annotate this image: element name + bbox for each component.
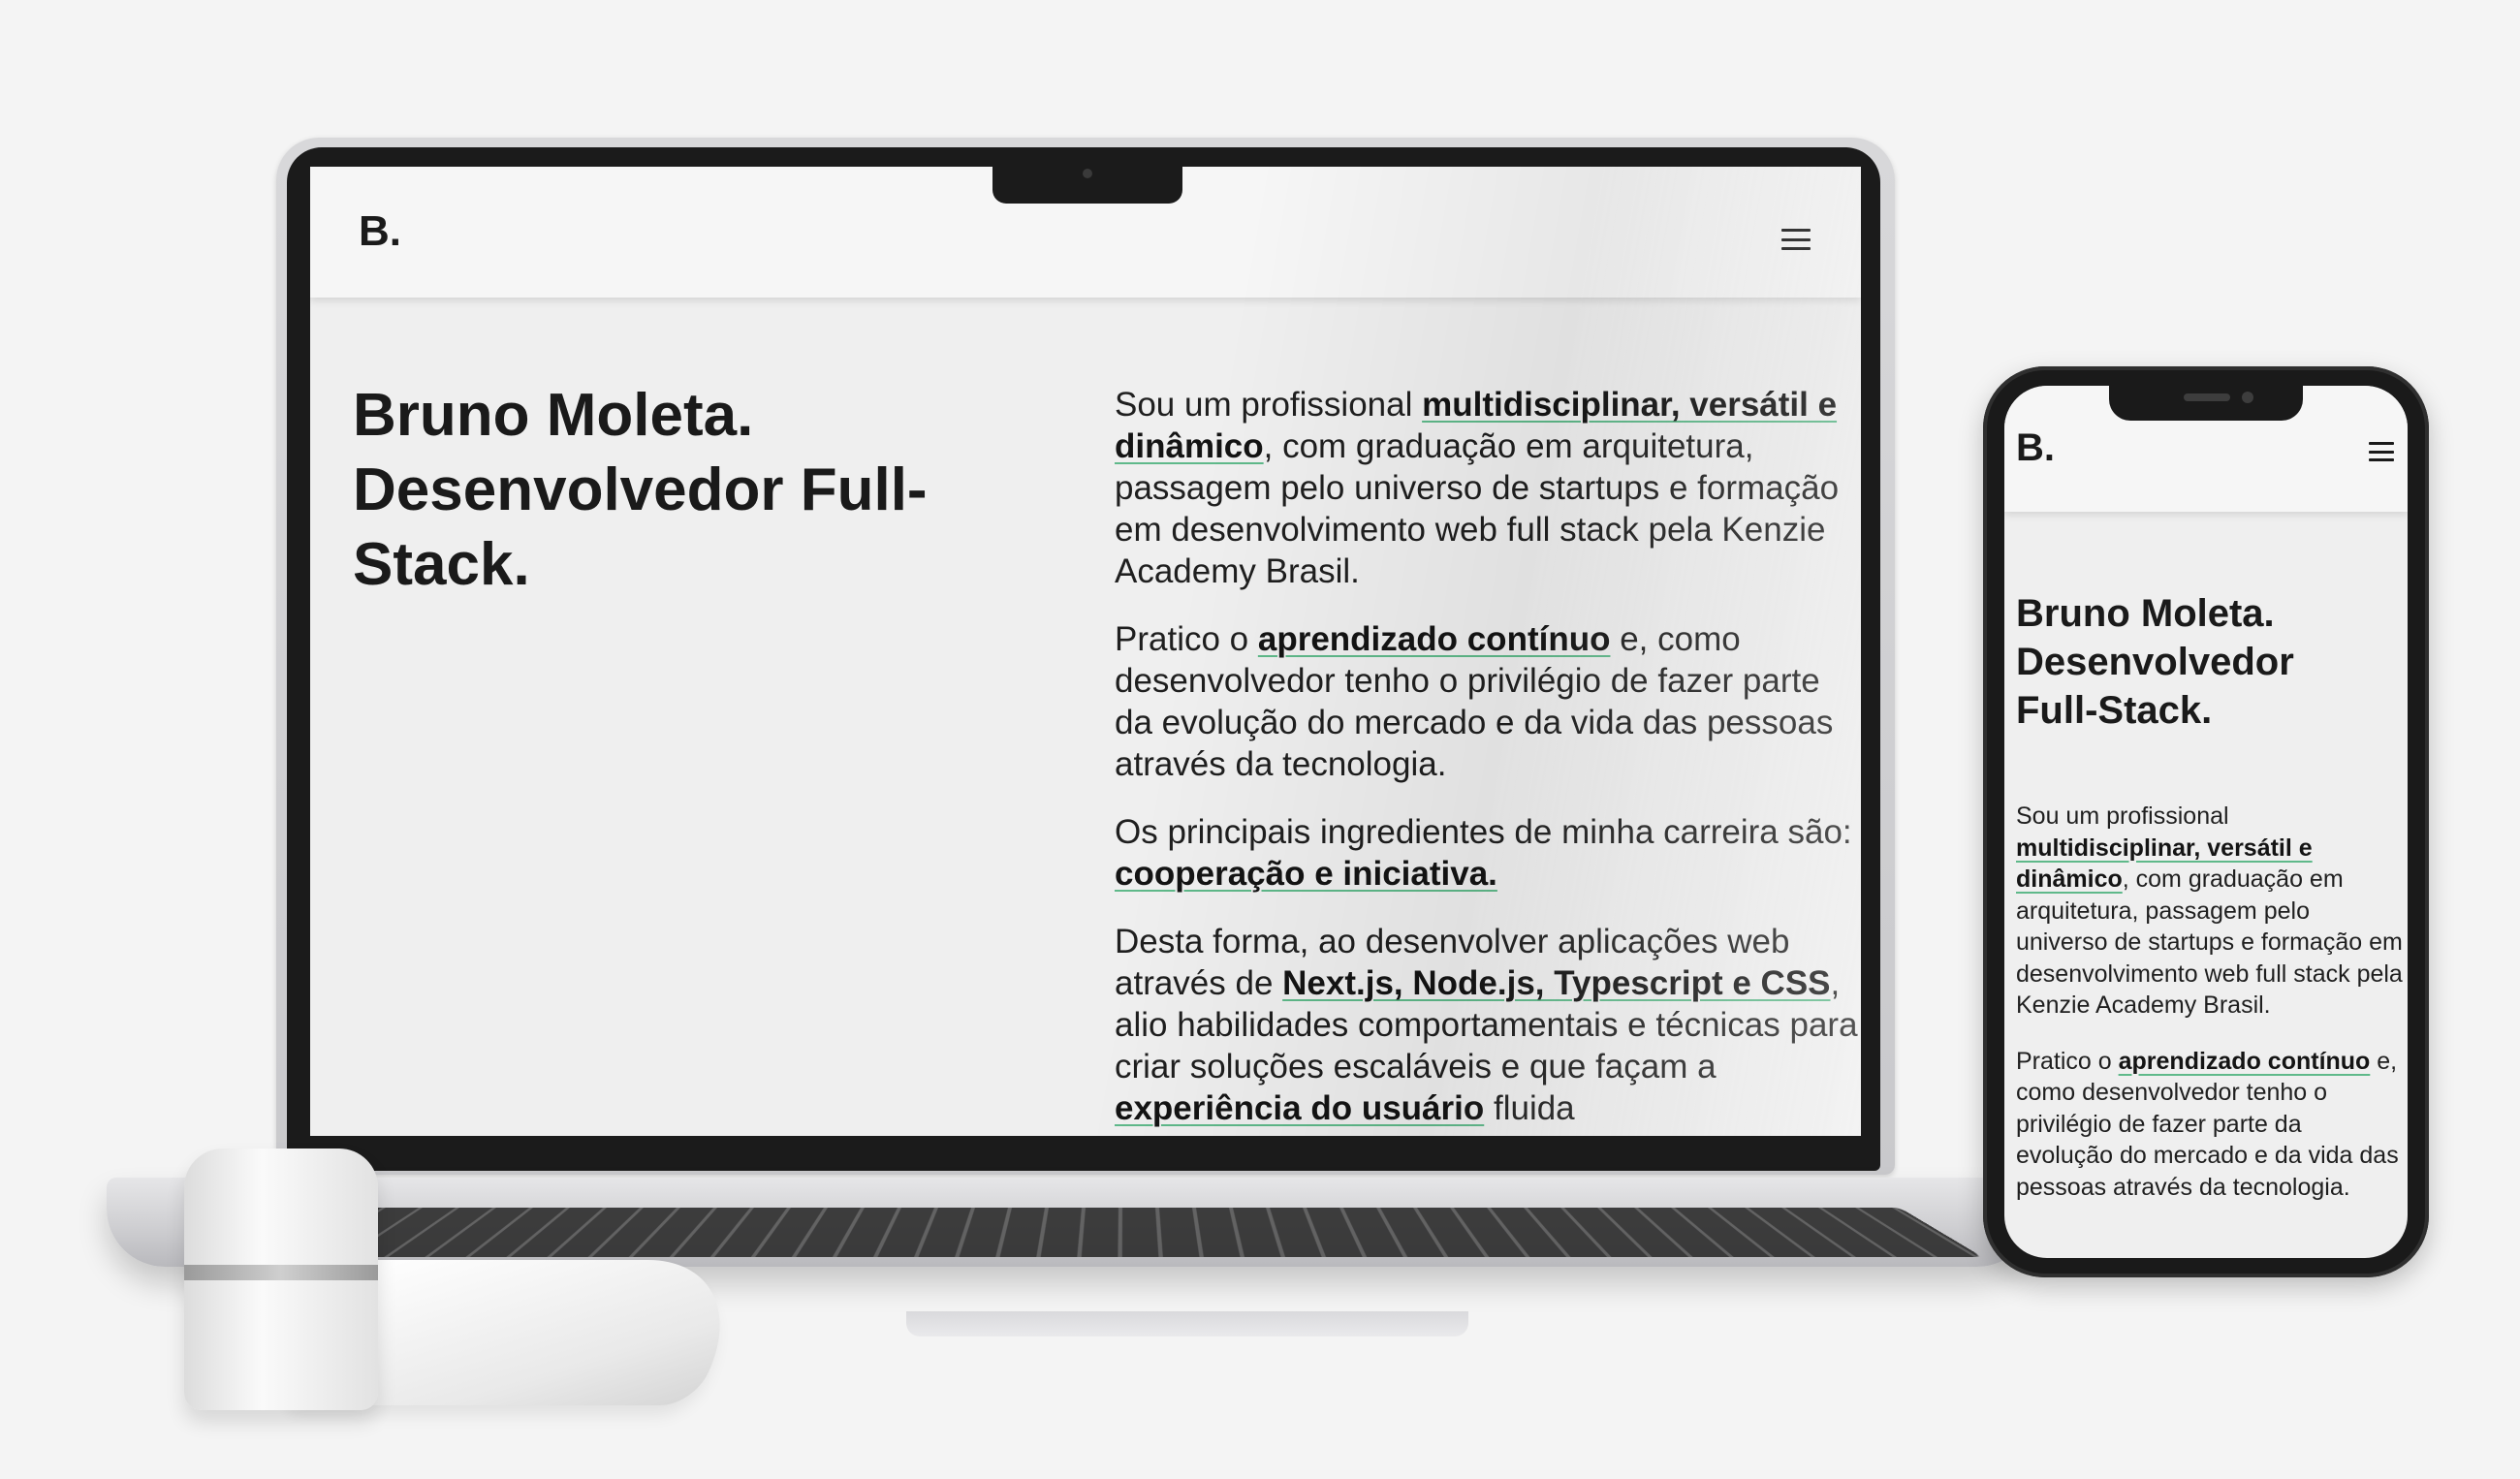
bio-text: Pratico o — [1115, 620, 1258, 658]
laptop-screen: B. Bruno Moleta. Desenvolvedor Full- Sta… — [310, 167, 1861, 1136]
bio-text: fluida — [1484, 1089, 1575, 1127]
bio-paragraph: Os principais ingredientes de minha carr… — [1115, 811, 1861, 895]
bio-text: Sou um profissional — [2016, 802, 2229, 830]
menu-line — [2369, 442, 2394, 445]
speaker-icon — [2184, 393, 2230, 401]
bio-highlight: experiência do usuário — [1115, 1089, 1485, 1127]
bio-highlight: cooperação e iniciativa. — [1115, 855, 1497, 893]
bio-paragraph: Pratico o aprendizado contínuo e, como d… — [2016, 1046, 2404, 1204]
hero-title: Bruno Moleta. Desenvolvedor Full- Stack. — [353, 378, 1031, 602]
hamburger-menu-icon[interactable] — [2369, 442, 2394, 461]
menu-line — [2369, 458, 2394, 461]
menu-line — [1781, 229, 1811, 232]
bio-text: Sou um profissional — [1115, 386, 1423, 424]
bio-paragraph: Sou um profissional multidisciplinar, ve… — [1115, 384, 1861, 592]
bio-text: Os principais ingredientes de minha carr… — [1115, 813, 1852, 851]
bio-highlight: aprendizado contínuo — [1257, 620, 1611, 658]
bio-paragraph: Desta forma, ao desenvolver aplicações w… — [1115, 921, 1861, 1129]
laptop-notch — [992, 161, 1182, 204]
bio-highlight: aprendizado contínuo — [2118, 1047, 2371, 1075]
phone-notch — [2109, 384, 2303, 421]
camera-icon — [1083, 169, 1092, 178]
bio-paragraph: Sou um profissional multidisciplinar, ve… — [2016, 801, 2404, 1022]
bio-section-mobile: Sou um profissional multidisciplinar, ve… — [2016, 801, 2404, 1227]
site-logo[interactable]: B. — [2016, 426, 2055, 470]
hero-title-line: Bruno Moleta. — [353, 382, 754, 449]
hero-title-line: Desenvolvedor — [2016, 641, 2294, 683]
bio-section: Sou um profissional multidisciplinar, ve… — [1115, 384, 1861, 1136]
hero-title-line: Bruno Moleta. — [2016, 592, 2275, 635]
device-mockup-scene: B. Bruno Moleta. Desenvolvedor Full- Sta… — [0, 0, 2520, 1479]
bio-paragraph: Pratico o aprendizado contínuo e, como d… — [1115, 618, 1861, 785]
paper-roll-band — [184, 1265, 378, 1280]
keyboard — [266, 1208, 1983, 1257]
menu-line — [2369, 450, 2394, 454]
menu-line — [1781, 247, 1811, 250]
hero-title-line: Full-Stack. — [2016, 689, 2213, 732]
bio-text: Pratico o — [2016, 1047, 2119, 1075]
hamburger-menu-icon[interactable] — [1781, 229, 1811, 250]
hero-title-line: Desenvolvedor Full- — [353, 456, 928, 523]
trackpad-edge — [906, 1311, 1468, 1337]
menu-line — [1781, 237, 1811, 241]
phone-screen: B. Bruno Moleta. Desenvolvedor Full-Stac… — [2004, 386, 2408, 1258]
camera-icon — [2242, 392, 2253, 403]
bio-highlight: Next.js, Node.js, Typescript e CSS — [1282, 964, 1831, 1002]
hero-title-mobile: Bruno Moleta. Desenvolvedor Full-Stack. — [2016, 589, 2404, 735]
hero-title-line: Stack. — [353, 531, 530, 598]
site-logo[interactable]: B. — [359, 207, 401, 256]
